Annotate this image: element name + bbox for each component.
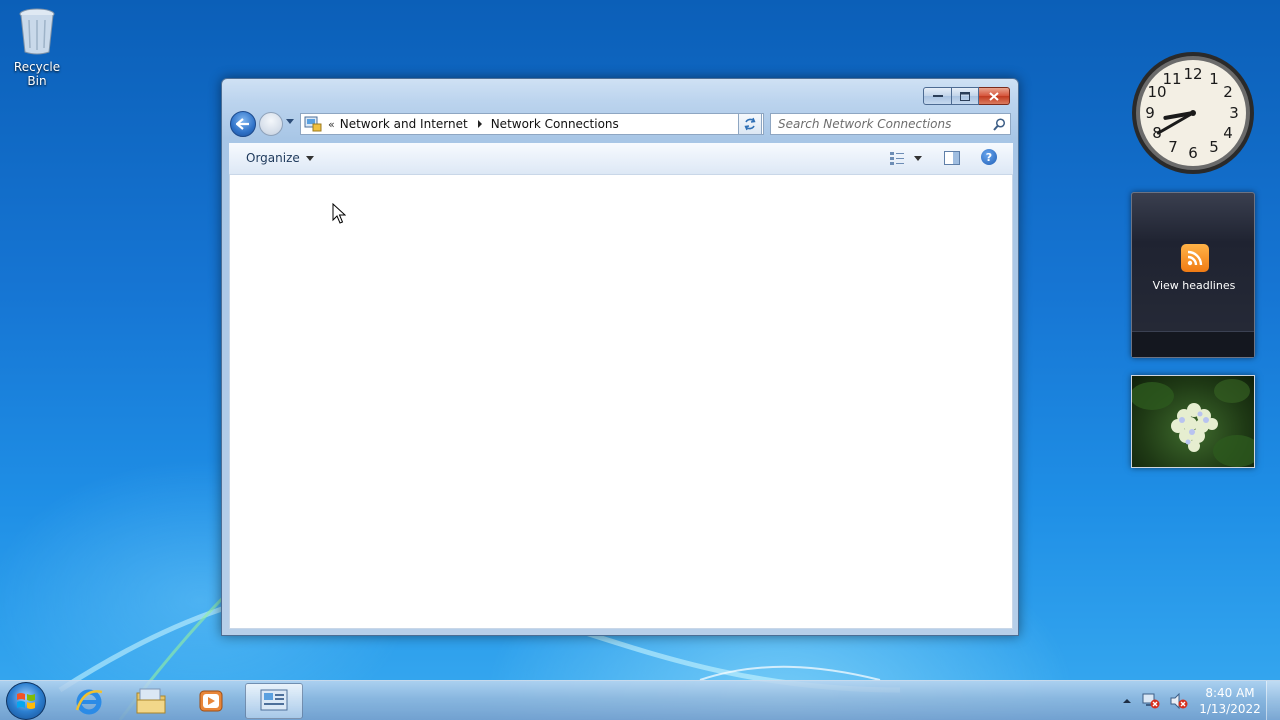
network-connections-icon: [260, 689, 288, 711]
maximize-button[interactable]: [952, 87, 979, 105]
forward-button[interactable]: [259, 112, 283, 136]
clock-number-6: 6: [1188, 144, 1198, 162]
help-button[interactable]: ?: [981, 149, 997, 165]
system-clock[interactable]: 8:40 AM 1/13/2022: [1198, 685, 1262, 717]
maximize-icon: [960, 91, 970, 101]
recycle-bin-icon: [19, 8, 55, 55]
back-button[interactable]: [230, 111, 256, 137]
taskbar-windows-explorer[interactable]: [122, 683, 180, 719]
breadcrumb-overflow[interactable]: «: [328, 118, 335, 131]
volume-button[interactable]: [1170, 693, 1188, 709]
command-bar: Organize ?: [229, 143, 1013, 175]
magnifier-icon[interactable]: [993, 117, 1006, 131]
show-hidden-icons-button[interactable]: [1122, 697, 1132, 705]
slideshow-gadget[interactable]: [1131, 375, 1255, 468]
clock-gadget[interactable]: 12 1 2 3 4 5 6 7 8 9 10 11: [1130, 50, 1256, 176]
address-bar[interactable]: « Network and Internet Network Connectio…: [300, 113, 764, 135]
network-disconnected-icon: [1142, 693, 1160, 709]
search-box[interactable]: [770, 113, 1011, 135]
start-button[interactable]: [6, 682, 46, 720]
clock-number-4: 4: [1223, 124, 1233, 142]
feed-gadget-footer: [1132, 331, 1254, 357]
clock-number-9: 9: [1145, 104, 1155, 122]
caption-buttons: [923, 87, 1010, 105]
breadcrumb-separator-arrow-icon[interactable]: [477, 120, 482, 128]
refresh-button[interactable]: [738, 113, 762, 135]
taskbar-network-connections[interactable]: [245, 683, 303, 719]
clock-number-5: 5: [1209, 138, 1219, 156]
hydrangea-photo: [1132, 379, 1254, 467]
preview-pane-icon: [944, 151, 960, 165]
start-orb-icon: [17, 693, 35, 709]
change-view-icon: [890, 152, 904, 165]
feed-headlines-gadget[interactable]: View headlines: [1131, 192, 1255, 358]
control-panel-icon: [304, 116, 322, 132]
breadcrumb-network-and-internet[interactable]: Network and Internet: [340, 117, 468, 131]
taskbar-internet-explorer[interactable]: [60, 683, 118, 719]
network-status-icon-button[interactable]: [1142, 693, 1160, 709]
show-hidden-icons-arrow: [1123, 699, 1131, 703]
clock-number-3: 3: [1229, 104, 1239, 122]
clock-number-2: 2: [1223, 83, 1233, 101]
chevron-down-icon: [305, 155, 314, 161]
preview-pane-button[interactable]: [944, 151, 960, 168]
media-player-icon: [199, 690, 223, 712]
organize-label: Organize: [246, 151, 300, 165]
refresh-icon: [744, 117, 756, 131]
view-headlines-link[interactable]: View headlines: [1132, 279, 1256, 292]
clock-number-12: 12: [1183, 65, 1202, 83]
help-icon: ?: [985, 150, 993, 164]
close-icon: [989, 91, 999, 101]
close-button[interactable]: [979, 87, 1010, 105]
show-desktop-button[interactable]: [1266, 681, 1280, 720]
views-dropdown-icon[interactable]: [914, 155, 922, 161]
taskbar-media-player[interactable]: [182, 683, 240, 719]
recycle-bin-label: Recycle Bin: [13, 60, 61, 88]
clock-time: 8:40 AM: [1205, 686, 1255, 700]
search-input[interactable]: [771, 115, 993, 133]
taskbar: 8:40 AM 1/13/2022: [0, 680, 1280, 720]
navigation-bar: « Network and Internet Network Connectio…: [230, 111, 1011, 137]
clock-number-11: 11: [1162, 70, 1181, 88]
clock-number-1: 1: [1209, 70, 1219, 88]
file-list-pane[interactable]: [229, 175, 1013, 629]
minimize-icon: [932, 95, 943, 97]
notification-area: [1122, 681, 1198, 720]
network-connections-window[interactable]: « Network and Internet Network Connectio…: [221, 78, 1019, 636]
minimize-button[interactable]: [923, 87, 952, 105]
change-view-button[interactable]: [889, 151, 922, 165]
recent-pages-dropdown[interactable]: [286, 119, 294, 124]
clock-date: 1/13/2022: [1199, 702, 1261, 716]
mouse-cursor-icon: [332, 203, 346, 224]
internet-explorer-icon: [75, 689, 103, 715]
back-arrow-icon: [236, 118, 249, 130]
volume-muted-icon: [1170, 693, 1188, 709]
organize-menu-button[interactable]: Organize: [246, 151, 314, 165]
rss-icon: [1181, 244, 1209, 272]
windows-explorer-icon: [136, 688, 166, 714]
recycle-bin[interactable]: Recycle Bin: [4, 6, 70, 88]
clock-number-7: 7: [1168, 138, 1178, 156]
breadcrumb-network-connections[interactable]: Network Connections: [491, 117, 619, 131]
